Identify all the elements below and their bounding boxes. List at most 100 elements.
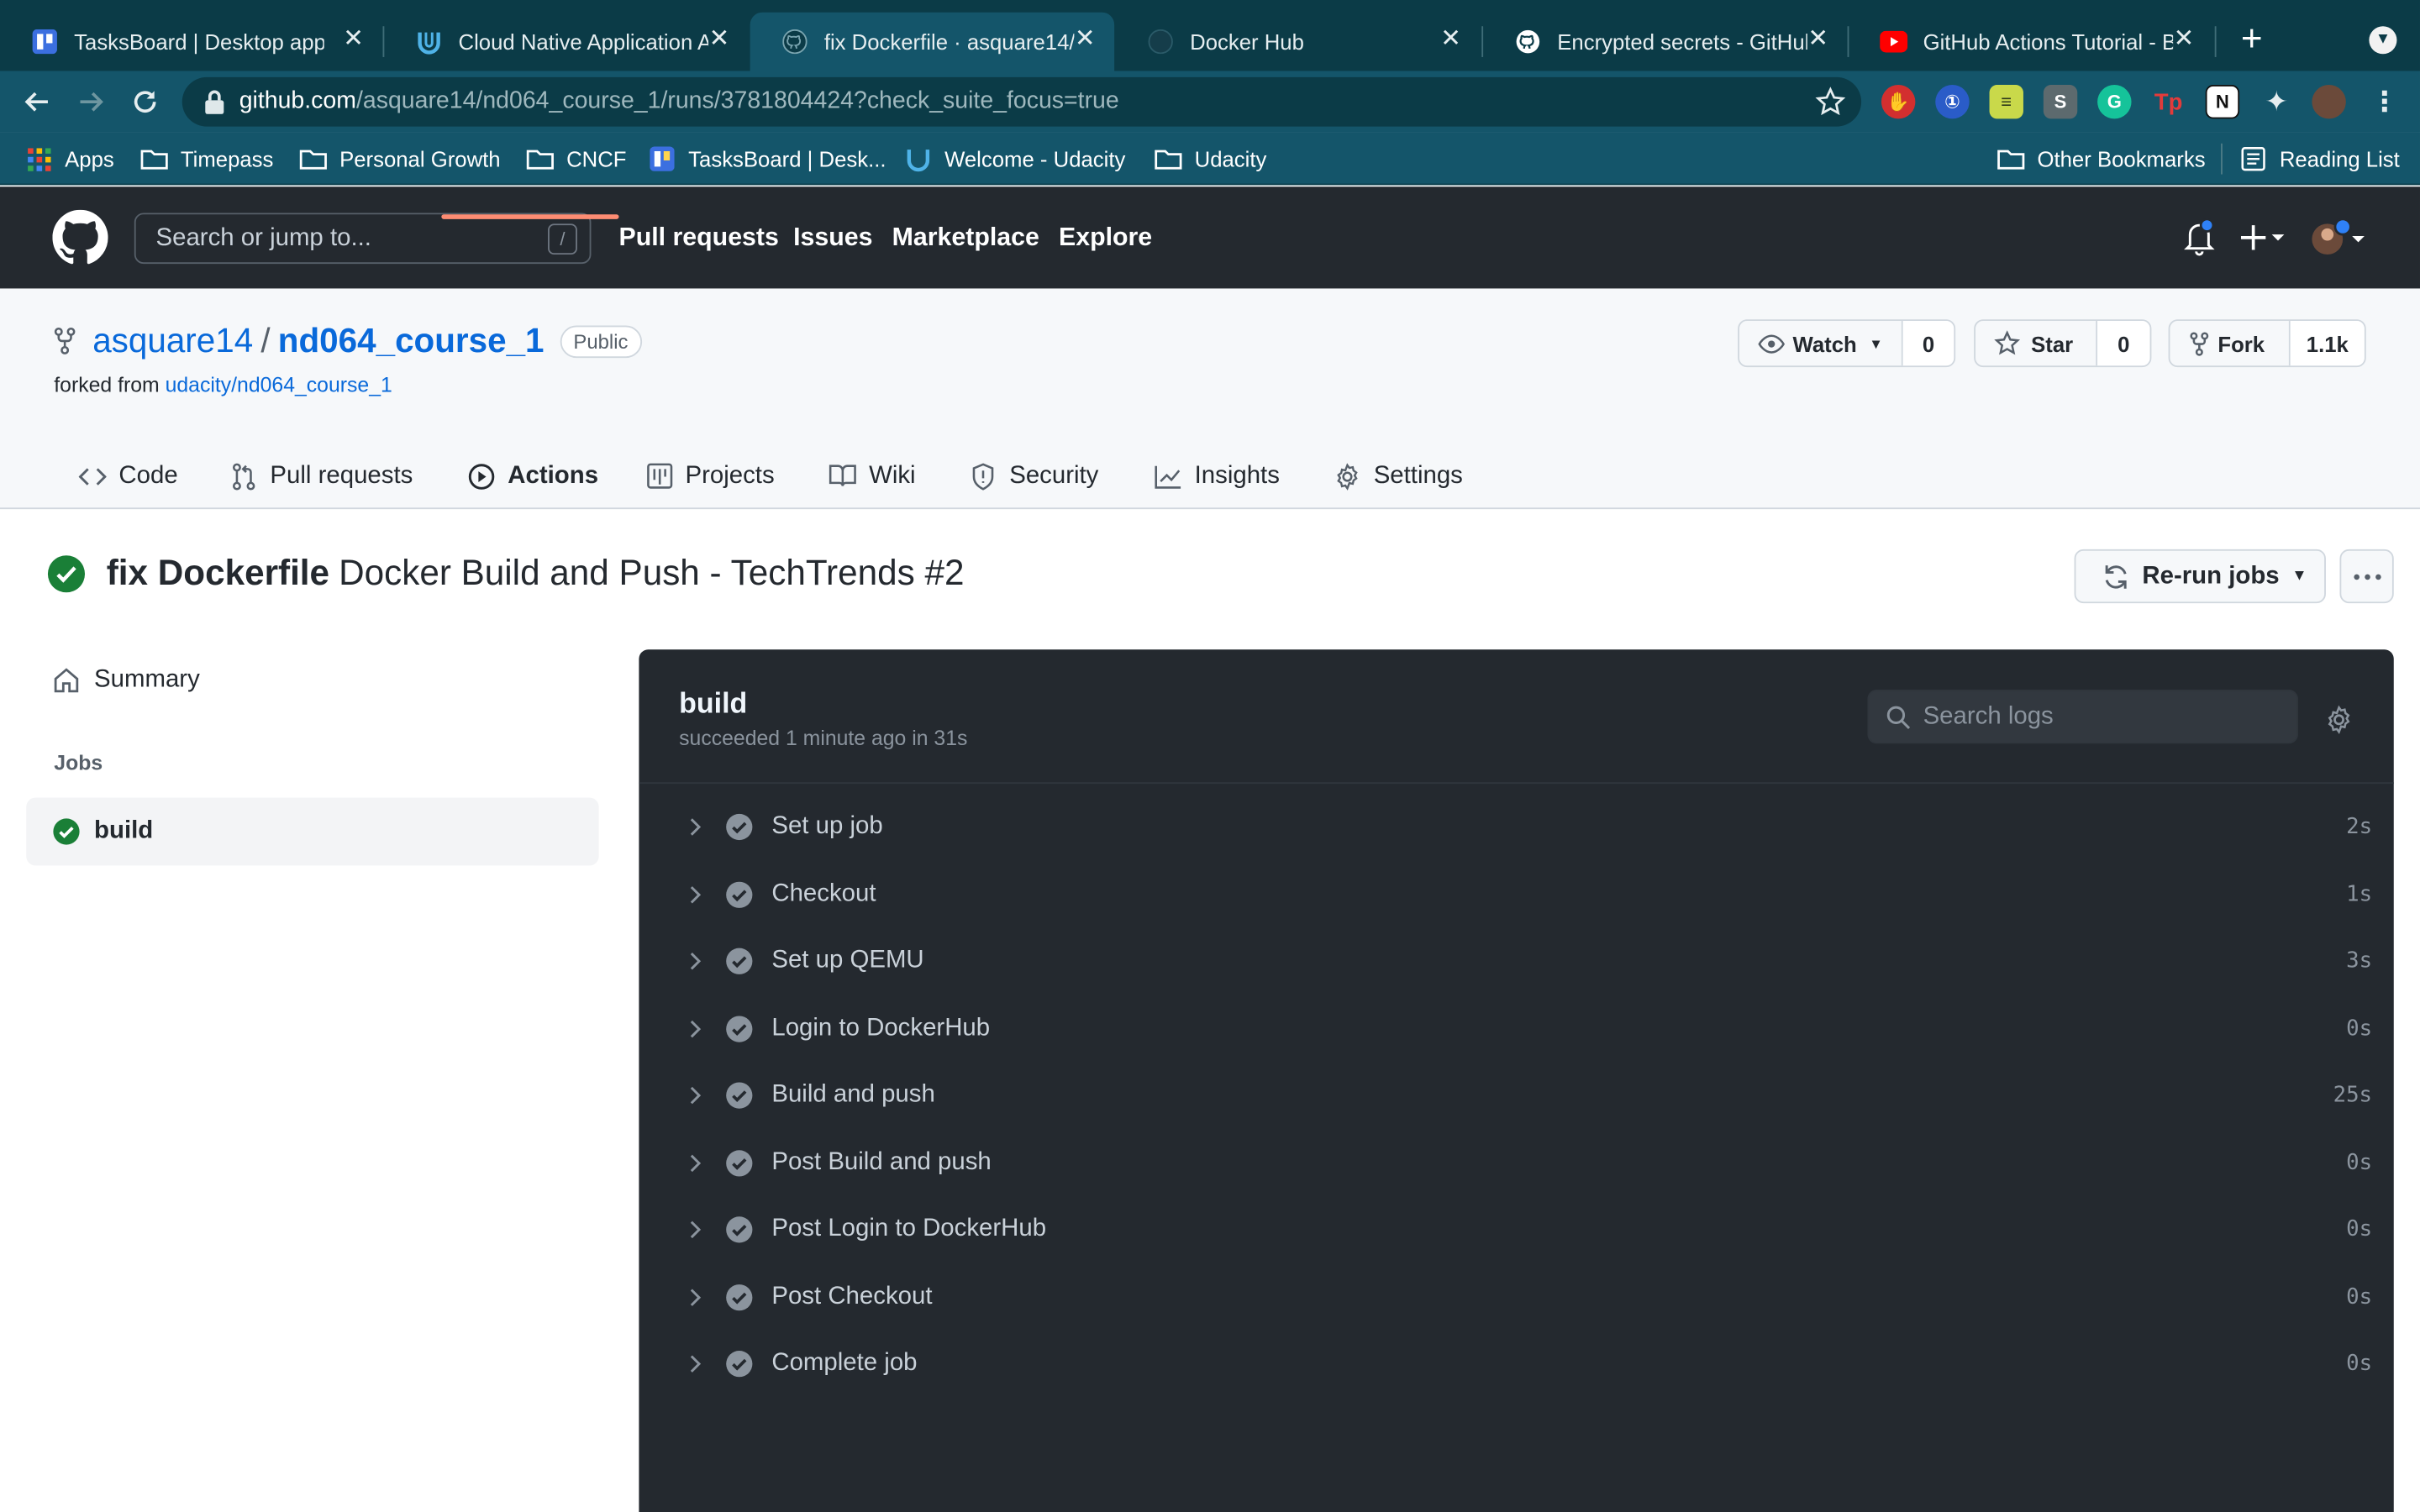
notification-bell-icon[interactable] bbox=[2184, 218, 2217, 258]
tab-title: GitHub Actions Tutorial - B bbox=[1923, 29, 2174, 55]
tp-extension-icon[interactable]: Tp bbox=[2151, 85, 2185, 118]
browser-tab-active[interactable]: fix Dockerfile · asquare14/n ✕ bbox=[750, 12, 1115, 71]
tab-title: TasksBoard | Desktop app f bbox=[74, 29, 324, 55]
tab-projects[interactable]: Projects bbox=[645, 443, 775, 509]
s-extension-icon[interactable]: S bbox=[2043, 85, 2078, 119]
tab-pull-requests[interactable]: Pull requests bbox=[230, 443, 413, 509]
github-logo-icon[interactable] bbox=[52, 209, 108, 265]
bookmark-folder-personal-growth[interactable]: Personal Growth bbox=[299, 144, 501, 175]
sidebar-summary-link[interactable]: Summary bbox=[52, 666, 200, 694]
close-tab-icon[interactable]: ✕ bbox=[1804, 26, 1832, 54]
log-settings-gear-icon[interactable] bbox=[2324, 705, 2354, 735]
repo-name-link[interactable]: nd064_course_1 bbox=[278, 321, 544, 361]
job-step[interactable]: Complete job 0s bbox=[639, 1331, 2393, 1398]
forked-from-link[interactable]: udacity/nd064_course_1 bbox=[166, 373, 392, 396]
user-avatar-dropdown[interactable] bbox=[2311, 218, 2370, 258]
chevron-right-icon[interactable] bbox=[682, 1285, 707, 1310]
tab-code[interactable]: Code bbox=[78, 443, 178, 509]
browser-tab[interactable]: Cloud Native Application A ✕ bbox=[384, 13, 748, 71]
nav-issues[interactable]: Issues bbox=[793, 223, 872, 253]
job-step[interactable]: Login to DockerHub 0s bbox=[639, 997, 2393, 1063]
bookmark-star-icon[interactable] bbox=[1815, 87, 1846, 118]
step-success-check-icon bbox=[725, 1082, 753, 1110]
close-tab-icon[interactable]: ✕ bbox=[1071, 26, 1099, 54]
extensions-puzzle-icon[interactable]: ✦ bbox=[2260, 85, 2293, 118]
close-tab-icon[interactable]: ✕ bbox=[2170, 26, 2197, 54]
browser-tab[interactable]: Docker Hub ✕ bbox=[1116, 13, 1480, 71]
grammarly-extension-icon[interactable]: G bbox=[2097, 85, 2132, 119]
search-input[interactable]: Search or jump to... / bbox=[134, 213, 592, 265]
bookmark-udacity-welcome[interactable]: Welcome - Udacity bbox=[904, 144, 1125, 175]
step-duration: 0s bbox=[2346, 1151, 2373, 1176]
bookmark-folder-cncf[interactable]: CNCF bbox=[526, 144, 627, 175]
new-tab-icon[interactable]: + bbox=[2232, 21, 2272, 62]
browser-tab[interactable]: GitHub Actions Tutorial - B ✕ bbox=[1849, 13, 2212, 71]
adblock-extension-icon[interactable]: ✋ bbox=[1881, 85, 1916, 119]
tab-wiki[interactable]: Wiki bbox=[829, 443, 916, 509]
watch-count[interactable]: 0 bbox=[1902, 321, 1954, 366]
nav-explore[interactable]: Explore bbox=[1059, 223, 1152, 253]
watch-button[interactable]: Watch ▼ bbox=[1739, 321, 1903, 366]
step-duration: 0s bbox=[2346, 1351, 2373, 1377]
tab-actions[interactable]: Actions bbox=[468, 443, 598, 509]
chevron-right-icon[interactable] bbox=[682, 1151, 707, 1175]
nav-marketplace[interactable]: Marketplace bbox=[892, 223, 1039, 253]
profile-avatar[interactable] bbox=[2312, 85, 2346, 119]
bookmark-other-bookmarks[interactable]: Other Bookmarks bbox=[1997, 144, 2206, 175]
more-options-button[interactable] bbox=[2339, 549, 2394, 604]
chevron-right-icon[interactable] bbox=[682, 1083, 707, 1107]
step-name: Post Login to DockerHub bbox=[771, 1215, 1047, 1242]
bookmark-item[interactable]: Apps bbox=[24, 144, 114, 175]
close-tab-icon[interactable]: ✕ bbox=[1437, 26, 1465, 54]
search-logs-input[interactable]: Search logs bbox=[1867, 690, 2298, 744]
nav-pull-requests[interactable]: Pull requests bbox=[619, 223, 779, 253]
job-step[interactable]: Post Login to DockerHub 0s bbox=[639, 1197, 2393, 1263]
notion-extension-icon[interactable]: N bbox=[2205, 85, 2240, 119]
browser-tab[interactable]: TasksBoard | Desktop app f ✕ bbox=[0, 13, 383, 71]
bookmark-folder-timepass[interactable]: Timepass bbox=[140, 144, 273, 175]
tab-security[interactable]: Security bbox=[969, 443, 1098, 509]
forward-arrow-icon[interactable] bbox=[72, 83, 109, 120]
chevron-right-icon[interactable] bbox=[682, 1016, 707, 1041]
star-count[interactable]: 0 bbox=[2097, 321, 2150, 366]
tab-search-icon[interactable]: ▼ bbox=[2369, 26, 2397, 55]
star-button[interactable]: Star bbox=[1975, 321, 2098, 366]
address-bar[interactable]: github.com/asquare14/nd064_course_1/runs… bbox=[182, 76, 1862, 127]
highlighter-extension-icon[interactable]: ≡ bbox=[1989, 85, 2023, 119]
url-text[interactable]: github.com/asquare14/nd064_course_1/runs… bbox=[239, 88, 1119, 116]
job-step[interactable]: Post Build and push 0s bbox=[639, 1131, 2393, 1197]
fork-button-group: Fork 1.1k bbox=[2168, 319, 2366, 368]
browser-tab[interactable]: Encrypted secrets - GitHub ✕ bbox=[1483, 13, 1847, 71]
fork-count[interactable]: 1.1k bbox=[2290, 321, 2365, 366]
job-step[interactable]: Build and push 25s bbox=[639, 1063, 2393, 1130]
bookmark-folder-udacity[interactable]: Udacity bbox=[1155, 144, 1266, 175]
lock-icon[interactable] bbox=[203, 90, 225, 114]
chevron-right-icon[interactable] bbox=[682, 883, 707, 907]
tab-title: Docker Hub bbox=[1190, 29, 1304, 55]
create-new-dropdown-icon[interactable] bbox=[2240, 218, 2287, 258]
reload-icon[interactable] bbox=[127, 83, 164, 120]
onepassword-extension-icon[interactable]: ① bbox=[1935, 85, 1970, 119]
shield-icon bbox=[969, 462, 997, 490]
job-step[interactable]: Checkout 1s bbox=[639, 863, 2393, 929]
job-step[interactable]: Set up QEMU 3s bbox=[639, 929, 2393, 995]
close-tab-icon[interactable]: ✕ bbox=[705, 26, 733, 54]
bookmark-tasksboard[interactable]: TasksBoard | Desk... bbox=[648, 144, 886, 175]
chevron-right-icon[interactable] bbox=[682, 1352, 707, 1376]
job-step[interactable]: Post Checkout 0s bbox=[639, 1265, 2393, 1331]
project-icon bbox=[645, 462, 673, 490]
rerun-jobs-button[interactable]: Re-run jobs ▼ bbox=[2074, 549, 2326, 604]
chevron-right-icon[interactable] bbox=[682, 1217, 707, 1242]
reading-list[interactable]: Reading List bbox=[2239, 144, 2400, 175]
chevron-right-icon[interactable] bbox=[682, 815, 707, 839]
tab-settings[interactable]: Settings bbox=[1334, 443, 1463, 509]
fork-button[interactable]: Fork bbox=[2170, 321, 2291, 366]
sidebar-job-build[interactable]: build bbox=[26, 797, 599, 866]
job-step[interactable]: Set up job 2s bbox=[639, 795, 2393, 861]
close-tab-icon[interactable]: ✕ bbox=[339, 26, 367, 54]
chevron-right-icon[interactable] bbox=[682, 949, 707, 974]
tab-insights[interactable]: Insights bbox=[1155, 443, 1280, 509]
browser-menu-icon[interactable]: ⋮ bbox=[2368, 85, 2402, 118]
repo-owner-link[interactable]: asquare14 bbox=[92, 321, 253, 361]
back-arrow-icon[interactable] bbox=[18, 83, 55, 120]
